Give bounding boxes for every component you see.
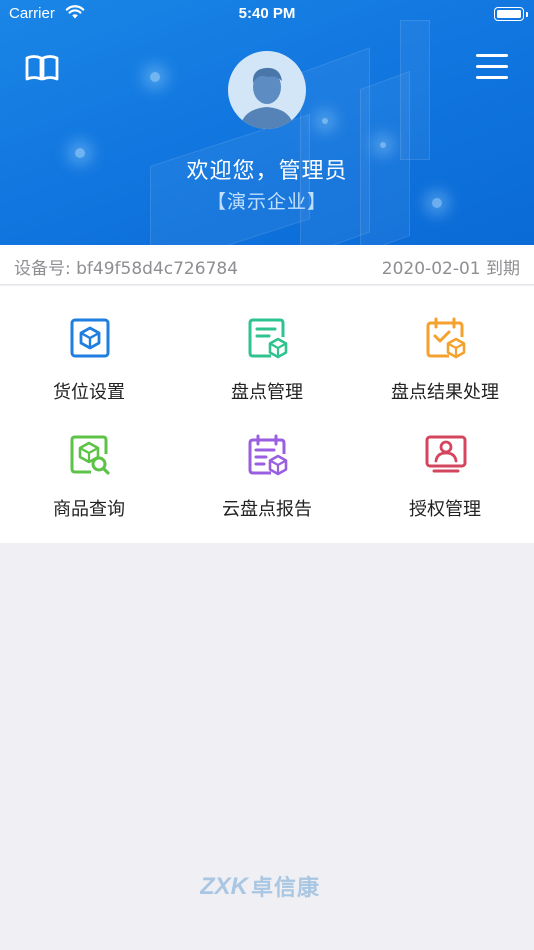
device-id: 设备号: bf49f58d4c726784 xyxy=(14,254,238,279)
zxk-logo-mark: ZXK xyxy=(200,873,250,900)
company-name: 【演示企业】 xyxy=(206,191,327,213)
status-bar: Carrier 5:40 PM xyxy=(0,0,534,28)
cloud-report-icon xyxy=(248,434,288,476)
menu-item-inventory-result[interactable]: 盘点结果处理 xyxy=(356,286,534,404)
product-search-icon xyxy=(70,435,110,475)
menu-item-label: 云盘点报告 xyxy=(222,499,312,520)
function-grid: 货位设置 盘点管理 盘点结果处理 商品查询 云盘点报告 授权管理 xyxy=(0,286,534,543)
box-location-icon xyxy=(70,318,110,358)
calendar-check-icon xyxy=(426,317,466,359)
menu-item-product-search[interactable]: 商品查询 xyxy=(0,404,178,522)
menu-icon xyxy=(476,65,508,68)
battery-icon xyxy=(494,7,528,21)
user-avatar-icon xyxy=(240,67,294,129)
device-id-label: 设备号: xyxy=(14,259,71,279)
book-icon xyxy=(25,55,59,81)
menu-item-inventory-management[interactable]: 盘点管理 xyxy=(178,286,356,404)
menu-item-label: 盘点结果处理 xyxy=(391,382,499,403)
menu-button[interactable] xyxy=(474,51,512,83)
welcome-text: 欢迎您，管理员 xyxy=(186,159,348,184)
menu-item-label: 盘点管理 xyxy=(231,382,303,403)
expiry-info: 2020-02-01 到期 xyxy=(382,254,520,279)
device-id-value: bf49f58d4c726784 xyxy=(76,259,239,279)
book-button[interactable] xyxy=(24,52,60,84)
inventory-doc-icon xyxy=(248,318,288,359)
header-banner: Carrier 5:40 PM 欢迎您，管理员 【演示企业】 xyxy=(0,0,534,245)
brand-logo: ZXK 卓信康 xyxy=(200,870,335,902)
expiry-date: 2020-02-01 xyxy=(381,259,481,279)
status-time: 5:40 PM xyxy=(238,5,296,22)
menu-item-location-settings[interactable]: 货位设置 xyxy=(0,286,178,404)
menu-icon xyxy=(476,76,508,79)
expiry-suffix: 到期 xyxy=(486,259,520,279)
banner-glow xyxy=(322,118,328,124)
menu-item-label: 商品查询 xyxy=(53,499,125,520)
brand-name: 卓信康 xyxy=(251,876,321,901)
menu-item-label: 授权管理 xyxy=(409,499,481,520)
banner-glow xyxy=(380,142,386,148)
banner-decoration xyxy=(400,20,430,160)
svg-text:ZXK: ZXK xyxy=(200,873,250,900)
device-info-bar: 设备号: bf49f58d4c726784 2020-02-01 到期 xyxy=(0,245,534,285)
menu-item-label: 货位设置 xyxy=(53,382,125,403)
menu-item-authorization[interactable]: 授权管理 xyxy=(356,404,534,522)
banner-glow xyxy=(150,72,160,82)
user-card-icon xyxy=(425,435,467,473)
menu-icon xyxy=(476,54,508,57)
avatar[interactable] xyxy=(228,51,306,129)
menu-item-cloud-report[interactable]: 云盘点报告 xyxy=(178,404,356,522)
